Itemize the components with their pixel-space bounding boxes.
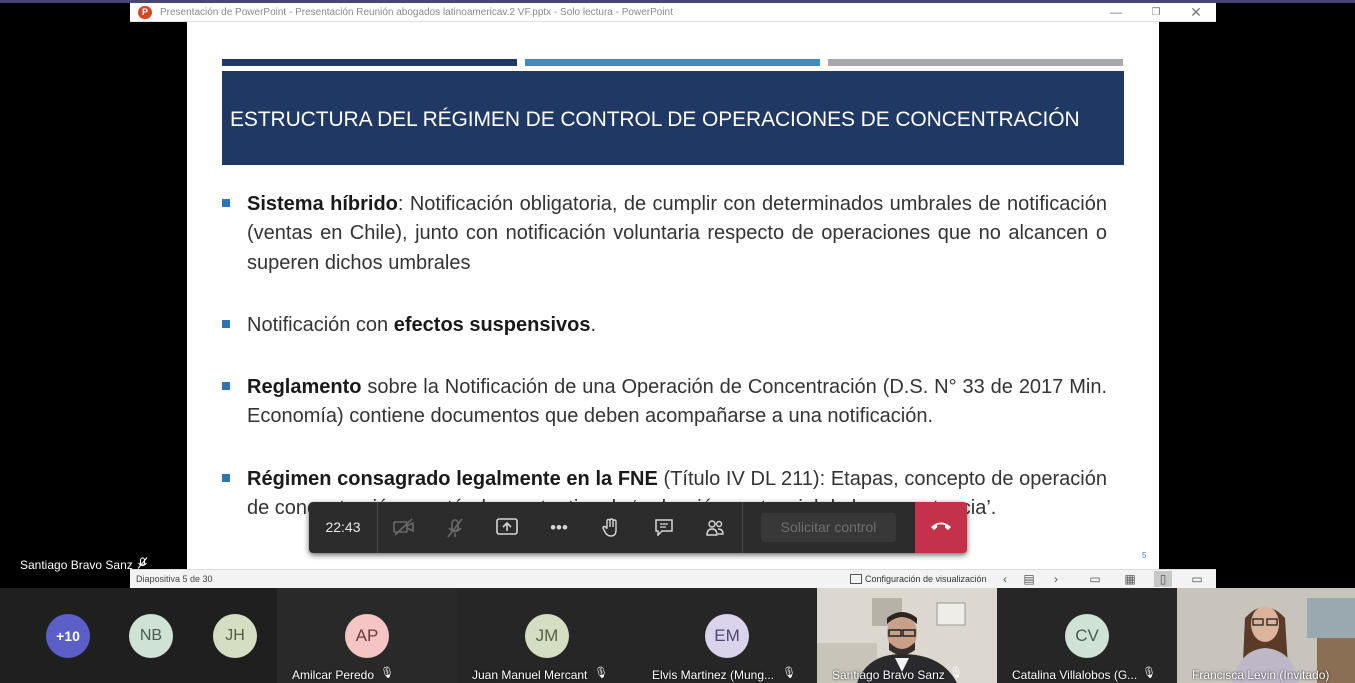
participant-tile[interactable]: JM Juan Manuel Mercant 🎙 xyxy=(457,588,637,683)
previous-slide-icon[interactable]: ‹ xyxy=(996,571,1014,587)
more-options-icon[interactable]: ••• xyxy=(544,513,574,543)
divider xyxy=(742,502,743,553)
slide-accent-bar-grey xyxy=(828,59,1123,66)
slide-accent-bar-blue xyxy=(525,59,820,66)
slide-counter: Diapositiva 5 de 30 xyxy=(136,574,213,584)
participant-group-tile[interactable]: +10 NB JH xyxy=(0,588,277,683)
participant-video-tile[interactable]: Santiago Bravo Sanz 🎙 xyxy=(817,588,997,683)
participant-avatar: JM xyxy=(525,614,569,658)
close-button[interactable]: ✕ xyxy=(1176,3,1216,22)
mic-off-icon: 🎙 xyxy=(594,667,608,679)
hang-up-icon xyxy=(931,522,951,530)
slide-sorter-icon[interactable]: ▦ xyxy=(1121,571,1139,587)
bullet-square-icon xyxy=(222,474,230,482)
mic-off-icon: 🎙 xyxy=(380,667,394,679)
participant-strip: +10 NB JH AP Amilcar Peredo 🎙 JM Juan Ma… xyxy=(0,588,1355,683)
bullet-square-icon xyxy=(222,199,230,207)
minimize-button[interactable]: — xyxy=(1096,3,1136,22)
participant-name: Santiago Bravo Sanz xyxy=(832,668,945,682)
participant-tile[interactable]: AP Amilcar Peredo 🎙 xyxy=(277,588,457,683)
hang-up-button[interactable] xyxy=(915,502,967,553)
window-title: Presentación de PowerPoint - Presentació… xyxy=(160,7,673,18)
mic-off-icon: 🎙 xyxy=(1142,667,1156,679)
restore-button[interactable]: ❐ xyxy=(1136,3,1176,22)
participant-video-tile[interactable]: Francisca Levin (Invitado) xyxy=(1177,588,1355,683)
participant-tile[interactable]: CV Catalina Villalobos (G... 🎙 xyxy=(997,588,1177,683)
powerpoint-icon: P xyxy=(138,6,152,19)
reading-view-icon[interactable]: ▯ xyxy=(1154,571,1172,587)
divider xyxy=(377,502,378,553)
slide-number: 5 xyxy=(1142,551,1147,560)
display-settings-icon[interactable] xyxy=(850,574,862,584)
bullet-text: Sistema híbrido: Notificación obligatori… xyxy=(247,193,1108,274)
meeting-timer: 22:43 xyxy=(325,519,361,535)
notes-icon[interactable]: ▤ xyxy=(1020,571,1038,587)
slide: ESTRUCTURA DEL RÉGIMEN DE CONTROL DE OPE… xyxy=(187,22,1159,569)
bullet-square-icon xyxy=(222,382,230,390)
raise-hand-icon[interactable] xyxy=(596,513,626,543)
camera-off-icon[interactable] xyxy=(389,513,419,543)
participant-name: Francisca Levin (Invitado) xyxy=(1192,668,1330,682)
view-settings-button[interactable]: Configuración de visualización xyxy=(865,574,987,584)
slide-accent-bar-navy xyxy=(222,59,517,66)
slide-area: ESTRUCTURA DEL RÉGIMEN DE CONTROL DE OPE… xyxy=(130,22,1216,569)
mic-off-icon: 🎙 xyxy=(949,667,963,679)
participant-tile[interactable]: EM Elvis Martinez (Mung... 🎙 xyxy=(637,588,817,683)
share-screen-icon[interactable] xyxy=(492,513,522,543)
slide-title: ESTRUCTURA DEL RÉGIMEN DE CONTROL DE OPE… xyxy=(230,108,1080,131)
chat-icon[interactable] xyxy=(649,513,679,543)
presenter-name: Santiago Bravo Sanz xyxy=(20,558,133,572)
bullet-square-icon xyxy=(222,320,230,328)
slideshow-icon[interactable]: ▭ xyxy=(1188,571,1206,587)
mic-off-icon[interactable] xyxy=(440,513,470,543)
bullet-text: Notificación con efectos suspensivos. xyxy=(247,314,597,336)
next-slide-icon[interactable]: › xyxy=(1047,571,1065,587)
participant-name: Amilcar Peredo xyxy=(292,668,375,682)
more-participants-badge[interactable]: +10 xyxy=(46,614,90,658)
participants-icon[interactable] xyxy=(700,513,730,543)
presenter-name-label: Santiago Bravo Sanz xyxy=(20,557,148,572)
mic-off-icon xyxy=(137,557,148,572)
participant-name: Juan Manuel Mercant xyxy=(472,668,588,682)
slide-title-box: ESTRUCTURA DEL RÉGIMEN DE CONTROL DE OPE… xyxy=(222,71,1124,165)
normal-view-icon[interactable]: ▭ xyxy=(1086,571,1104,587)
participant-avatar: CV xyxy=(1065,614,1109,658)
participant-avatar: EM xyxy=(705,614,749,658)
meeting-controls: 22:43 ••• Solicitar control xyxy=(309,502,967,553)
mic-off-icon: 🎙 xyxy=(782,667,796,679)
bullet-text: Reglamento sobre la Notificación de una … xyxy=(247,376,1107,428)
participant-avatar[interactable]: JH xyxy=(213,614,257,658)
participant-avatar: AP xyxy=(345,614,389,658)
powerpoint-window: P Presentación de PowerPoint - Presentac… xyxy=(130,3,1216,588)
window-titlebar: P Presentación de PowerPoint - Presentac… xyxy=(130,3,1216,22)
request-control-button[interactable]: Solicitar control xyxy=(761,513,896,542)
status-bar: Diapositiva 5 de 30 Configuración de vis… xyxy=(130,569,1216,588)
participant-avatar[interactable]: NB xyxy=(129,614,173,658)
